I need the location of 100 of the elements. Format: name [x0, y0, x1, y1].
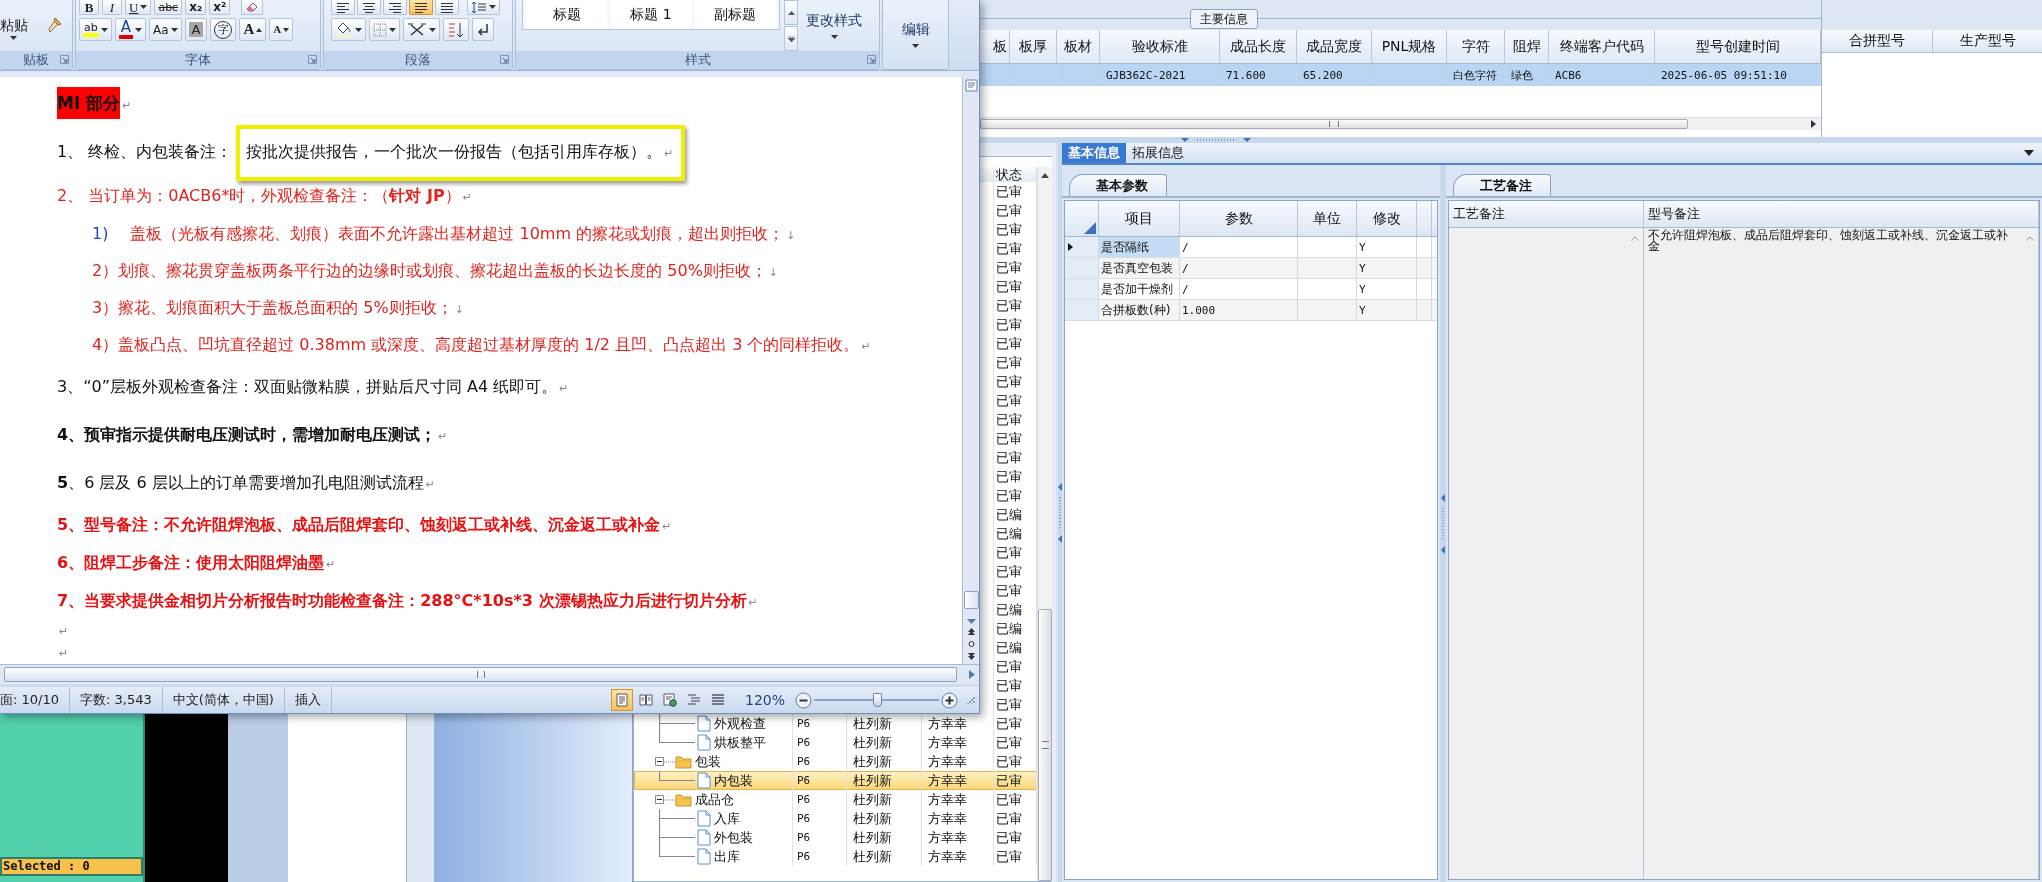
- asian-layout-button[interactable]: [403, 18, 440, 41]
- gallery-scroll-button[interactable]: [784, 0, 798, 25]
- borders-button[interactable]: [369, 18, 400, 41]
- align-button[interactable]: [435, 0, 459, 15]
- shading-button[interactable]: [331, 18, 366, 41]
- editing-button[interactable]: 编辑: [883, 0, 948, 69]
- strikethrough-button[interactable]: abc: [154, 0, 183, 15]
- table-cell[interactable]: 是否隔纸: [1099, 237, 1180, 257]
- caret-icon: [355, 27, 362, 32]
- align-button[interactable]: [409, 0, 433, 15]
- change-case-button[interactable]: Aa: [149, 18, 182, 41]
- collapse-icon[interactable]: [655, 757, 664, 766]
- paragraph-text: 按批次提供报告，一个批次一份报告（包括引用库存板）。↵: [246, 142, 674, 163]
- dialog-launcher-icon[interactable]: [308, 55, 317, 64]
- paste-button[interactable]: 粘贴: [0, 0, 40, 51]
- align-button[interactable]: [357, 0, 381, 15]
- table-cell[interactable]: 是否加干燥剂: [1099, 279, 1180, 299]
- row-header-cell[interactable]: [1065, 258, 1099, 278]
- column-header[interactable]: 成品长度: [1220, 30, 1297, 63]
- character-shading-button[interactable]: A: [184, 18, 208, 41]
- zoom-level-text[interactable]: 120%: [744, 692, 785, 708]
- column-header[interactable]: 终端客户代码: [1549, 30, 1655, 63]
- align-button[interactable]: [331, 0, 355, 15]
- column-header[interactable]: 状态: [996, 167, 1022, 182]
- underline-button[interactable]: U: [125, 0, 152, 15]
- paragraph-text: 2、 当订单为：0ACB6*时，外观检查备注：（针对 JP）↵: [57, 185, 472, 207]
- tree-item-label: 烘板整平: [714, 733, 766, 752]
- tree-line: [664, 760, 675, 763]
- row-header-cell[interactable]: [1065, 300, 1099, 320]
- line-spacing-button[interactable]: [467, 0, 500, 15]
- slider-thumb[interactable]: [872, 693, 882, 707]
- paragraph-text: 2）划痕、擦花贯穿盖板两条平行边的边缘时或划痕、擦花超出盖板的长边长度的 50%则拒收；↓: [92, 261, 779, 282]
- tab[interactable]: 拓展信息: [1126, 143, 1190, 163]
- gallery-more-button[interactable]: [784, 26, 798, 51]
- resize-grip-icon[interactable]: [966, 695, 976, 705]
- column-header[interactable]: 项目: [1099, 201, 1180, 236]
- table-cell: 杜列新: [853, 733, 892, 752]
- zoom-slider[interactable]: [814, 692, 939, 708]
- superscript-button[interactable]: x²: [209, 0, 231, 15]
- clear-formatting-button[interactable]: [241, 0, 264, 15]
- splitter-grip-icon[interactable]: [1181, 137, 1251, 143]
- enclose-character-button[interactable]: 字: [210, 18, 237, 41]
- zoom-in-icon[interactable]: [941, 691, 958, 709]
- font-color-button[interactable]: A: [114, 18, 146, 41]
- show-marks-button[interactable]: [472, 18, 494, 41]
- italic-button[interactable]: I: [102, 0, 122, 15]
- column-header[interactable]: 型号创建时间: [1655, 30, 1821, 63]
- dialog-launcher-icon[interactable]: [867, 55, 876, 64]
- horizontal-scrollbar[interactable]: [980, 117, 1821, 130]
- table-cell[interactable]: 合拼板数(种): [1099, 300, 1180, 320]
- column-header[interactable]: 成品宽度: [1297, 30, 1372, 63]
- highlight-button[interactable]: ab: [79, 18, 112, 41]
- splitter-grip-icon[interactable]: [1440, 493, 1446, 554]
- more-caret-icon: [787, 35, 795, 42]
- tab[interactable]: 工艺备注: [1453, 174, 1551, 196]
- column-header[interactable]: 参数: [1180, 201, 1298, 236]
- bold-button[interactable]: B: [79, 0, 99, 15]
- column-header[interactable]: 修改: [1357, 201, 1417, 236]
- align-button[interactable]: [383, 0, 407, 15]
- collapse-icon[interactable]: [655, 795, 664, 804]
- column-header[interactable]: PNL规格: [1372, 30, 1447, 63]
- grow-font-button[interactable]: A: [239, 18, 267, 41]
- column-header[interactable]: 型号备注: [1644, 201, 2039, 227]
- tab[interactable]: 基本参数: [1069, 174, 1167, 196]
- row-header-cell[interactable]: [1065, 237, 1099, 257]
- column-header[interactable]: 板材: [1057, 30, 1100, 63]
- shrink-font-button[interactable]: A: [269, 18, 294, 41]
- browse-object-icon[interactable]: [966, 626, 976, 662]
- style-item[interactable]: 标题: [526, 0, 608, 29]
- dropdown-arrow-icon[interactable]: [2024, 150, 2034, 156]
- column-header[interactable]: 验收标准: [1100, 30, 1220, 63]
- style-item[interactable]: 标题 1: [610, 0, 692, 29]
- vertical-scrollbar[interactable]: [1037, 167, 1052, 881]
- dialog-launcher-icon[interactable]: [500, 55, 509, 64]
- view-button[interactable]: [610, 689, 633, 711]
- paragraph-mark: ↵: [59, 624, 69, 638]
- column-header[interactable]: 板厚: [1010, 30, 1057, 63]
- splitter-grip-icon[interactable]: [1058, 482, 1062, 543]
- dialog-launcher-icon[interactable]: [60, 55, 69, 64]
- subscript-button[interactable]: x₂: [185, 0, 207, 15]
- column-header[interactable]: 单位: [1298, 201, 1357, 236]
- row-header-cell[interactable]: [1065, 279, 1099, 299]
- corner-triangle-icon[interactable]: [1084, 222, 1096, 234]
- column-header[interactable]: 字符: [1447, 30, 1505, 63]
- table-cell[interactable]: 是否真空包装: [1099, 258, 1180, 278]
- column-header[interactable]: 合拼型号: [1822, 30, 1933, 52]
- caret-icon: [135, 27, 142, 32]
- column-header[interactable]: 阻焊: [1505, 30, 1549, 63]
- zoom-out-icon[interactable]: [795, 691, 812, 709]
- table-cell: P6: [797, 812, 811, 825]
- tree-row[interactable]: 内包装 P6 杜列新 方幸幸 已审: [634, 771, 1037, 790]
- column-header[interactable]: 工艺备注: [1449, 201, 1644, 227]
- change-styles-button[interactable]: 更改样式: [802, 0, 866, 51]
- style-item[interactable]: 副标题: [694, 0, 776, 29]
- tab[interactable]: 基本信息: [1062, 143, 1126, 163]
- up-caret-icon: [256, 27, 263, 32]
- column-header[interactable]: 生产型号: [1933, 30, 2042, 52]
- status-cell: 已审: [996, 695, 1022, 714]
- horizontal-scrollbar[interactable]: [0, 664, 979, 684]
- table-row[interactable]: GJB362C-2021 71.600 65.200 白色字符 绿色 ACB6 2025-06-05 09:51:10: [980, 64, 1821, 86]
